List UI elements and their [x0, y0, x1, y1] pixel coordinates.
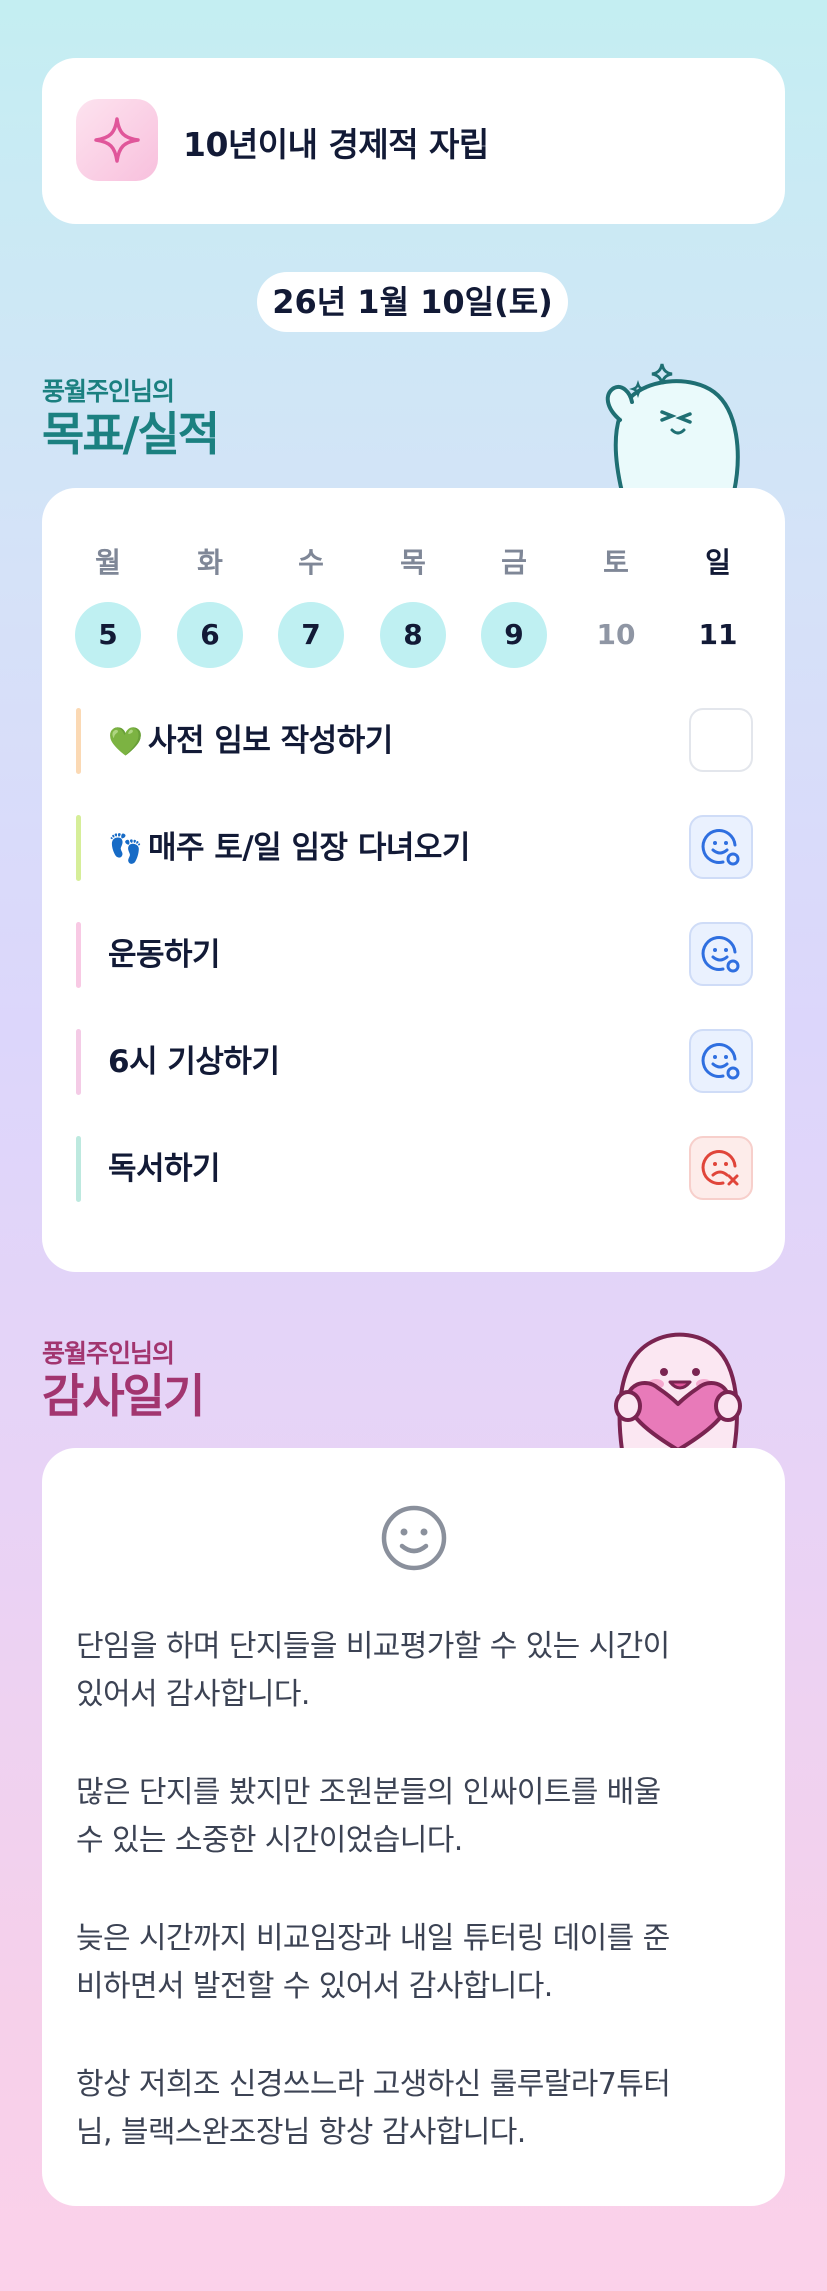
smile-check-icon [701, 936, 740, 973]
day-number: 6 [177, 602, 243, 668]
day-mon[interactable]: 월 5 [68, 544, 148, 668]
green-heart-icon: 💚 [108, 725, 143, 758]
day-label: 화 [197, 546, 223, 579]
sad-x-icon [701, 1150, 739, 1186]
task-text: 독서하기 [108, 1151, 221, 1187]
task-item[interactable]: 👣 매주 토/일 임장 다녀오기 [76, 815, 753, 881]
day-label: 금 [501, 546, 527, 579]
task-item[interactable]: 6시 기상하기 [76, 1029, 753, 1095]
week-calendar: 월 5 화 6 수 7 목 8 금 9 토 10 일 11 [42, 544, 785, 674]
smile-check-icon [701, 829, 740, 866]
day-number: 11 [698, 618, 738, 651]
task-item[interactable]: 운동하기 [76, 922, 753, 988]
day-sun[interactable]: 일 11 [678, 544, 758, 668]
task-color-bar [76, 922, 81, 988]
task-text: 운동하기 [108, 937, 221, 973]
heart-mascot-image [614, 1332, 742, 1450]
smile-face-icon [381, 1505, 447, 1571]
task-item[interactable]: 독서하기 [76, 1136, 753, 1202]
footprints-icon: 👣 [108, 832, 143, 865]
day-number: 7 [278, 602, 344, 668]
day-number: 9 [481, 602, 547, 668]
task-color-bar [76, 1136, 81, 1202]
goals-section-title: 목표/실적 [42, 407, 220, 461]
task-label: 💚 사전 임보 작성하기 [108, 708, 393, 774]
task-status-good-button[interactable] [689, 1029, 753, 1093]
day-number: 8 [380, 602, 446, 668]
day-wed[interactable]: 수 7 [271, 544, 351, 668]
date-selector[interactable]: 26년 1월 10일(토) [257, 272, 568, 332]
diary-paragraph: 늦은 시간까지 비교임장과 내일 튜터링 데이를 준 비하면서 발전할 수 있어… [76, 1921, 670, 2004]
day-label: 월 [95, 546, 121, 579]
sparkle-icon [76, 99, 158, 181]
gratitude-section-title: 감사일기 [42, 1369, 205, 1423]
day-label: 토 [603, 546, 629, 579]
day-label: 목 [400, 546, 426, 579]
smile-check-icon [701, 1043, 740, 1080]
task-label: 독서하기 [108, 1136, 221, 1202]
diary-paragraph: 항상 저희조 신경쓰느라 고생하신 룰루랄라7튜터 님, 블랙스완조장님 항상 … [76, 2067, 671, 2150]
task-color-bar [76, 708, 81, 774]
goal-card[interactable]: 10년이내 경제적 자립 [42, 58, 785, 224]
task-color-bar [76, 815, 81, 881]
task-label: 👣 매주 토/일 임장 다녀오기 [108, 815, 470, 881]
goal-title: 10년이내 경제적 자립 [183, 125, 489, 164]
task-text: 6시 기상하기 [108, 1044, 280, 1080]
task-checkbox[interactable] [689, 708, 753, 772]
day-tue[interactable]: 화 6 [170, 544, 250, 668]
day-label: 일 [705, 546, 731, 579]
day-thu[interactable]: 목 8 [373, 544, 453, 668]
task-text: 사전 임보 작성하기 [148, 723, 393, 759]
diary-paragraph: 단임을 하며 단지들을 비교평가할 수 있는 시간이 있어서 감사합니다. [76, 1629, 670, 1712]
day-fri[interactable]: 금 9 [474, 544, 554, 668]
task-item[interactable]: 💚 사전 임보 작성하기 [76, 708, 753, 774]
task-text: 매주 토/일 임장 다녀오기 [148, 830, 470, 866]
tasks-card: 월 5 화 6 수 7 목 8 금 9 토 10 일 11 💚 사전 임보 작성… [42, 488, 785, 1272]
task-label: 6시 기상하기 [108, 1029, 280, 1095]
day-number: 10 [596, 618, 636, 651]
gratitude-diary-card[interactable]: 단임을 하며 단지들을 비교평가할 수 있는 시간이 있어서 감사합니다. 많은… [42, 1448, 785, 2206]
task-status-good-button[interactable] [689, 922, 753, 986]
task-label: 운동하기 [108, 922, 221, 988]
day-number: 5 [75, 602, 141, 668]
day-sat[interactable]: 토 10 [576, 544, 656, 668]
ghost-mascot-image [605, 363, 740, 492]
task-status-bad-button[interactable] [689, 1136, 753, 1200]
task-status-good-button[interactable] [689, 815, 753, 879]
diary-paragraph: 많은 단지를 봤지만 조원분들의 인싸이트를 배울 수 있는 소중한 시간이었습… [76, 1775, 661, 1858]
day-label: 수 [298, 546, 324, 579]
task-color-bar [76, 1029, 81, 1095]
gratitude-diary-text: 단임을 하며 단지들을 비교평가할 수 있는 시간이 있어서 감사합니다. 많은… [76, 1623, 745, 2207]
